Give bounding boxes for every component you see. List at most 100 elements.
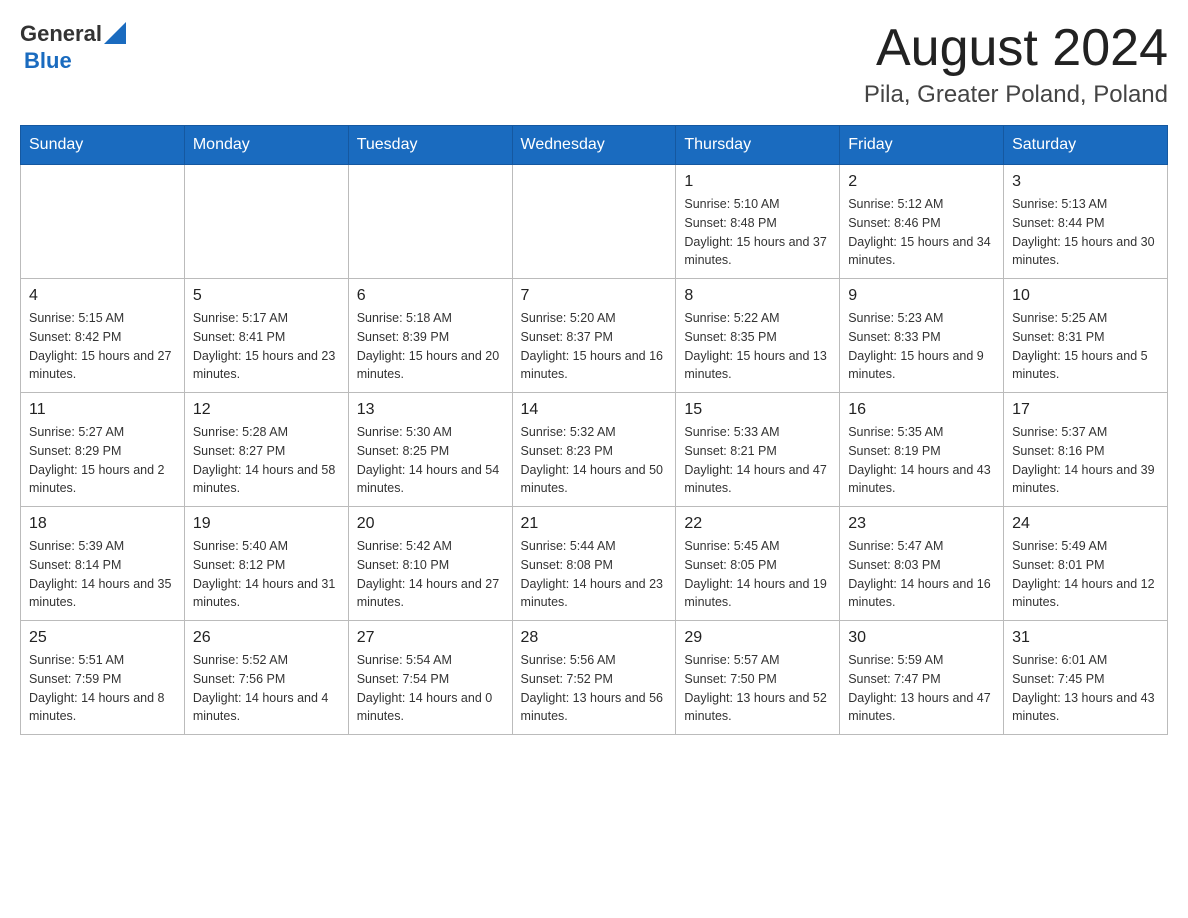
day-number: 5 <box>193 287 340 305</box>
day-info: Sunrise: 5:13 AMSunset: 8:44 PMDaylight:… <box>1012 195 1159 270</box>
day-number: 1 <box>684 173 831 191</box>
day-cell: 31 Sunrise: 6:01 AMSunset: 7:45 PMDayligh… <box>1004 621 1168 735</box>
day-info: Sunrise: 5:25 AMSunset: 8:31 PMDaylight:… <box>1012 309 1159 384</box>
day-number: 7 <box>521 287 668 305</box>
day-info: Sunrise: 5:57 AMSunset: 7:50 PMDaylight:… <box>684 651 831 726</box>
day-number: 4 <box>29 287 176 305</box>
day-cell: 17 Sunrise: 5:37 AMSunset: 8:16 PMDayligh… <box>1004 393 1168 507</box>
day-info: Sunrise: 5:51 AMSunset: 7:59 PMDaylight:… <box>29 651 176 726</box>
day-info: Sunrise: 5:18 AMSunset: 8:39 PMDaylight:… <box>357 309 504 384</box>
day-number: 6 <box>357 287 504 305</box>
day-number: 17 <box>1012 401 1159 419</box>
day-number: 20 <box>357 515 504 533</box>
day-cell: 18Sunrise: 5:39 AMSunset: 8:14 PMDayligh… <box>21 507 185 621</box>
day-cell <box>21 165 185 279</box>
day-number: 31 <box>1012 629 1159 647</box>
day-cell: 26Sunrise: 5:52 AMSunset: 7:56 PMDayligh… <box>184 621 348 735</box>
day-cell: 21Sunrise: 5:44 AMSunset: 8:08 PMDayligh… <box>512 507 676 621</box>
day-cell: 11 Sunrise: 5:27 AMSunset: 8:29 PMDayligh… <box>21 393 185 507</box>
day-info: Sunrise: 6:01 AMSunset: 7:45 PMDaylight:… <box>1012 651 1159 726</box>
day-number: 21 <box>521 515 668 533</box>
day-cell: 2 Sunrise: 5:12 AMSunset: 8:46 PMDaylight… <box>840 165 1004 279</box>
location-title: Pila, Greater Poland, Poland <box>864 81 1168 109</box>
day-info: Sunrise: 5:49 AMSunset: 8:01 PMDaylight:… <box>1012 537 1159 612</box>
day-number: 26 <box>193 629 340 647</box>
day-number: 22 <box>684 515 831 533</box>
day-number: 2 <box>848 173 995 191</box>
day-cell: 30 Sunrise: 5:59 AMSunset: 7:47 PMDayligh… <box>840 621 1004 735</box>
day-number: 28 <box>521 629 668 647</box>
day-cell: 4 Sunrise: 5:15 AMSunset: 8:42 PMDaylight… <box>21 279 185 393</box>
day-info: Sunrise: 5:35 AMSunset: 8:19 PMDaylight:… <box>848 423 995 498</box>
logo-triangle-icon <box>104 22 126 44</box>
week-row-3: 11 Sunrise: 5:27 AMSunset: 8:29 PMDayligh… <box>21 393 1168 507</box>
day-number: 15 <box>684 401 831 419</box>
day-info: Sunrise: 5:30 AMSunset: 8:25 PMDaylight:… <box>357 423 504 498</box>
day-info: Sunrise: 5:32 AMSunset: 8:23 PMDaylight:… <box>521 423 668 498</box>
day-info: Sunrise: 5:54 AMSunset: 7:54 PMDaylight:… <box>357 651 504 726</box>
day-info: Sunrise: 5:40 AMSunset: 8:12 PMDaylight:… <box>193 537 340 612</box>
day-cell: 1 Sunrise: 5:10 AMSunset: 8:48 PMDaylight… <box>676 165 840 279</box>
logo: General Blue <box>20 20 126 73</box>
day-cell: 27 Sunrise: 5:54 AMSunset: 7:54 PMDayligh… <box>348 621 512 735</box>
day-info: Sunrise: 5:15 AMSunset: 8:42 PMDaylight:… <box>29 309 176 384</box>
day-cell: 5 Sunrise: 5:17 AMSunset: 8:41 PMDaylight… <box>184 279 348 393</box>
day-info: Sunrise: 5:22 AMSunset: 8:35 PMDaylight:… <box>684 309 831 384</box>
day-cell: 25Sunrise: 5:51 AMSunset: 7:59 PMDayligh… <box>21 621 185 735</box>
day-number: 3 <box>1012 173 1159 191</box>
day-info: Sunrise: 5:17 AMSunset: 8:41 PMDaylight:… <box>193 309 340 384</box>
day-number: 10 <box>1012 287 1159 305</box>
day-cell: 23 Sunrise: 5:47 AMSunset: 8:03 PMDayligh… <box>840 507 1004 621</box>
day-info: Sunrise: 5:56 AMSunset: 7:52 PMDaylight:… <box>521 651 668 726</box>
day-number: 11 <box>29 401 176 419</box>
day-cell: 22Sunrise: 5:45 AMSunset: 8:05 PMDayligh… <box>676 507 840 621</box>
day-number: 29 <box>684 629 831 647</box>
day-number: 23 <box>848 515 995 533</box>
day-info: Sunrise: 5:37 AMSunset: 8:16 PMDaylight:… <box>1012 423 1159 498</box>
day-info: Sunrise: 5:28 AMSunset: 8:27 PMDaylight:… <box>193 423 340 498</box>
logo-blue: Blue <box>24 49 126 73</box>
week-row-4: 18Sunrise: 5:39 AMSunset: 8:14 PMDayligh… <box>21 507 1168 621</box>
logo-general: General <box>20 22 102 46</box>
day-info: Sunrise: 5:10 AMSunset: 8:48 PMDaylight:… <box>684 195 831 270</box>
day-cell: 19 Sunrise: 5:40 AMSunset: 8:12 PMDayligh… <box>184 507 348 621</box>
week-row-1: 1 Sunrise: 5:10 AMSunset: 8:48 PMDaylight… <box>21 165 1168 279</box>
day-cell: 24Sunrise: 5:49 AMSunset: 8:01 PMDayligh… <box>1004 507 1168 621</box>
month-title: August 2024 <box>864 20 1168 77</box>
day-number: 9 <box>848 287 995 305</box>
day-number: 16 <box>848 401 995 419</box>
day-cell: 12 Sunrise: 5:28 AMSunset: 8:27 PMDayligh… <box>184 393 348 507</box>
header-cell-monday: Monday <box>184 126 348 165</box>
week-row-2: 4 Sunrise: 5:15 AMSunset: 8:42 PMDaylight… <box>21 279 1168 393</box>
day-number: 13 <box>357 401 504 419</box>
day-number: 8 <box>684 287 831 305</box>
day-info: Sunrise: 5:12 AMSunset: 8:46 PMDaylight:… <box>848 195 995 270</box>
day-info: Sunrise: 5:42 AMSunset: 8:10 PMDaylight:… <box>357 537 504 612</box>
day-cell: 14Sunrise: 5:32 AMSunset: 8:23 PMDayligh… <box>512 393 676 507</box>
day-info: Sunrise: 5:20 AMSunset: 8:37 PMDaylight:… <box>521 309 668 384</box>
day-number: 19 <box>193 515 340 533</box>
day-cell: 8 Sunrise: 5:22 AMSunset: 8:35 PMDaylight… <box>676 279 840 393</box>
day-number: 18 <box>29 515 176 533</box>
week-row-5: 25Sunrise: 5:51 AMSunset: 7:59 PMDayligh… <box>21 621 1168 735</box>
day-info: Sunrise: 5:47 AMSunset: 8:03 PMDaylight:… <box>848 537 995 612</box>
day-cell: 15Sunrise: 5:33 AMSunset: 8:21 PMDayligh… <box>676 393 840 507</box>
day-info: Sunrise: 5:27 AMSunset: 8:29 PMDaylight:… <box>29 423 176 498</box>
day-number: 12 <box>193 401 340 419</box>
page-header: General Blue August 2024 Pila, Greater P… <box>20 20 1168 109</box>
header-cell-wednesday: Wednesday <box>512 126 676 165</box>
day-cell: 3 Sunrise: 5:13 AMSunset: 8:44 PMDaylight… <box>1004 165 1168 279</box>
day-cell: 7 Sunrise: 5:20 AMSunset: 8:37 PMDaylight… <box>512 279 676 393</box>
header-cell-saturday: Saturday <box>1004 126 1168 165</box>
header-cell-tuesday: Tuesday <box>348 126 512 165</box>
day-info: Sunrise: 5:59 AMSunset: 7:47 PMDaylight:… <box>848 651 995 726</box>
calendar-table: SundayMondayTuesdayWednesdayThursdayFrid… <box>20 125 1168 735</box>
header-cell-thursday: Thursday <box>676 126 840 165</box>
day-cell: 13 Sunrise: 5:30 AMSunset: 8:25 PMDayligh… <box>348 393 512 507</box>
day-info: Sunrise: 5:23 AMSunset: 8:33 PMDaylight:… <box>848 309 995 384</box>
day-number: 30 <box>848 629 995 647</box>
day-cell: 16 Sunrise: 5:35 AMSunset: 8:19 PMDayligh… <box>840 393 1004 507</box>
day-cell <box>184 165 348 279</box>
day-number: 27 <box>357 629 504 647</box>
day-cell <box>348 165 512 279</box>
